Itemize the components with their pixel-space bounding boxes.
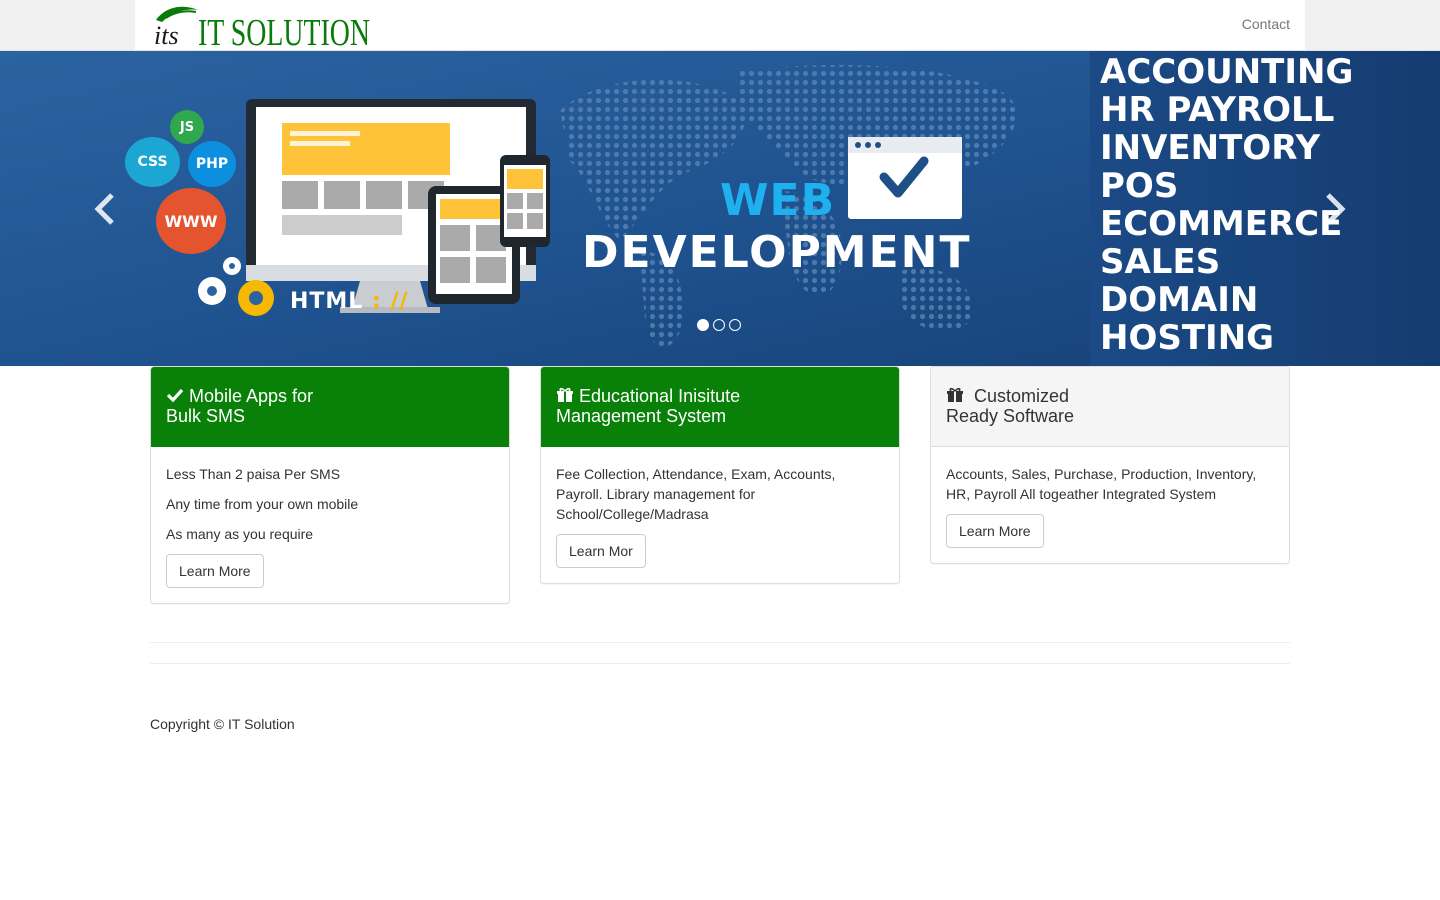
panel-educational-institute: Educational Inisitute Management System …: [540, 366, 900, 584]
panel-title-line2: Management System: [556, 406, 727, 426]
footer-copyright: Copyright © IT Solution: [150, 716, 295, 732]
phone-graphic: [500, 155, 550, 247]
services-list: ACCOUNTING HR PAYROLL INVENTORY POS ECOM…: [1100, 53, 1400, 357]
service-hosting: HOSTING: [1100, 318, 1275, 358]
carousel-next-button[interactable]: [1314, 189, 1354, 229]
learn-more-button[interactable]: Learn More: [166, 554, 264, 588]
learn-more-button[interactable]: Learn More: [946, 514, 1044, 548]
panel-body: Accounts, Sales, Purchase, Production, I…: [931, 447, 1289, 563]
panel-title-line2: Ready Software: [946, 406, 1075, 426]
panel-title-line1: Customized: [946, 386, 1274, 406]
service-ecommerce: ECOMMERCE: [1100, 204, 1343, 244]
service-accounting: ACCOUNTING: [1100, 52, 1354, 92]
service-hr-payroll: HR PAYROLL: [1100, 90, 1335, 130]
carousel-indicator-3[interactable]: [729, 319, 741, 331]
panel-heading: Customized Ready Software: [931, 367, 1289, 447]
carousel-indicator-2[interactable]: [713, 319, 725, 331]
divider: [150, 663, 1290, 664]
check-icon: [166, 387, 184, 403]
learn-more-button[interactable]: Learn Mor: [556, 534, 646, 568]
panel-body: Less Than 2 paisa Per SMS Any time from …: [151, 447, 509, 603]
navbar-container: its IT SOLUTION Contact: [135, 0, 1305, 54]
panel-text: Accounts, Sales, Purchase, Production, I…: [946, 466, 1257, 502]
panel-heading: Educational Inisitute Management System: [541, 367, 899, 447]
service-sales: SALES: [1100, 242, 1221, 282]
panel-bulk-sms: Mobile Apps for Bulk SMS Less Than 2 pai…: [150, 366, 510, 604]
gift-icon: [556, 387, 574, 403]
gift-icon: [946, 387, 964, 403]
carousel-indicator-1[interactable]: [697, 319, 709, 331]
logo-text: IT SOLUTION: [198, 12, 370, 48]
brand-logo[interactable]: its IT SOLUTION: [152, 4, 372, 54]
www-badge: WWW: [156, 188, 226, 254]
chevron-left-icon: [94, 193, 114, 225]
nav-contact-link[interactable]: Contact: [1242, 16, 1290, 32]
carousel-indicators: [697, 319, 741, 331]
logo-graphic: its IT SOLUTION: [154, 6, 370, 54]
panel-title-line2: Bulk SMS: [166, 406, 246, 426]
js-badge: JS: [170, 110, 204, 144]
panel-text: As many as you require: [166, 526, 314, 542]
php-badge: PHP: [188, 141, 236, 187]
chevron-right-icon: [1326, 193, 1346, 225]
headline-development: DEVELOPMENT: [582, 227, 972, 278]
panel-body: Fee Collection, Attendance, Exam, Accoun…: [541, 447, 899, 583]
html-separator: : //: [363, 289, 409, 314]
logo-mark: its: [154, 21, 179, 48]
divider: [150, 642, 1290, 643]
panel-text: Any time from your own mobile: [166, 496, 359, 512]
headline-web: WEB: [720, 175, 836, 226]
panel-text: Less Than 2 paisa Per SMS: [166, 466, 341, 482]
service-domain: DOMAIN: [1100, 280, 1259, 320]
panel-title-line1: Mobile Apps for: [166, 386, 494, 406]
service-pos: POS: [1100, 166, 1179, 206]
carousel-prev-button[interactable]: [86, 189, 126, 229]
panel-heading: Mobile Apps for Bulk SMS: [151, 367, 509, 447]
check-window-graphic: [848, 137, 962, 219]
css-badge: CSS: [125, 137, 180, 187]
panel-text: Fee Collection, Attendance, Exam, Accoun…: [556, 466, 836, 522]
navbar: its IT SOLUTION Contact: [0, 0, 1440, 54]
panel-customized-software: Customized Ready Software Accounts, Sale…: [930, 366, 1290, 564]
html-label: HTML : //: [290, 289, 409, 314]
service-inventory: INVENTORY: [1100, 128, 1321, 168]
hero-carousel: JS CSS PHP WWW HTML : // WEB DEVELOPMENT…: [0, 51, 1440, 366]
panel-title-line1: Educational Inisitute: [556, 386, 884, 406]
